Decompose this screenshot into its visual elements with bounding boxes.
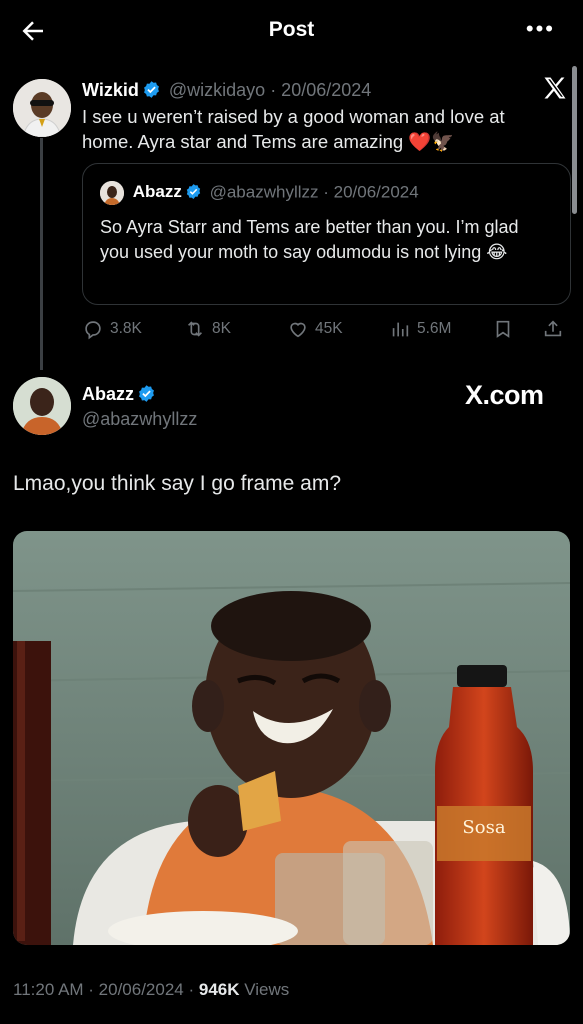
like-button[interactable]: 45K — [287, 316, 343, 342]
post-timestamp: 11:20 AM · 20/06/2024 · — [13, 980, 195, 999]
quoted-post-card[interactable]: Abazz @abazwhyllzz · 20/06/2024 So Ayra … — [82, 163, 571, 305]
x-logo-icon — [544, 77, 566, 99]
parent-header: Wizkid @wizkidayo · 20/06/2024 — [82, 80, 371, 101]
reply-count: 3.8K — [110, 320, 142, 337]
top-bar: Post ••• — [0, 0, 583, 62]
views-label: Views — [244, 980, 290, 999]
scrollbar[interactable] — [572, 66, 577, 214]
post-meta: 11:20 AM · 20/06/2024 · 946K Views — [13, 980, 289, 1000]
main-post-name-row: Abazz — [82, 384, 159, 405]
avatar[interactable] — [13, 79, 71, 137]
repost-button[interactable]: 8K — [184, 316, 231, 342]
post-date: · 20/06/2024 — [323, 182, 419, 202]
share-icon — [544, 320, 562, 337]
main-post-text: Lmao,you think say I go frame am? — [13, 472, 341, 495]
repost-icon — [187, 321, 203, 337]
next-section-edge — [14, 1018, 574, 1024]
handle: @abazwhyllzz — [209, 182, 319, 202]
post-image[interactable]: Sosa — [13, 531, 570, 945]
display-name: Abazz — [132, 182, 182, 202]
avatar[interactable] — [13, 377, 71, 435]
post-actions-bar: 3.8K 8K 45K 5.6M — [82, 316, 572, 342]
reply-button[interactable]: 3.8K — [82, 316, 142, 342]
views-chart-icon — [392, 322, 409, 337]
views-count: 5.6M — [417, 320, 452, 337]
verified-badge-icon — [143, 81, 159, 98]
heart-icon — [290, 322, 306, 338]
verified-badge-icon — [186, 184, 201, 200]
verified-badge-icon — [139, 385, 154, 402]
post-date: · 20/06/2024 — [270, 80, 372, 100]
views-button[interactable]: 5.6M — [389, 316, 451, 342]
page-title: Post — [268, 18, 315, 41]
handle[interactable]: @abazwhyllzz — [82, 409, 197, 430]
repost-count: 8K — [212, 320, 231, 337]
reply-icon — [85, 321, 101, 340]
parent-post-text: I see u weren’t raised by a good woman a… — [82, 106, 505, 152]
bookmark-button[interactable] — [492, 316, 514, 342]
share-button[interactable] — [542, 316, 564, 342]
quoted-post-text: So Ayra Starr and Tems are better than y… — [100, 217, 519, 262]
thread-connector-line — [40, 138, 43, 370]
display-name[interactable]: Wizkid — [82, 80, 139, 100]
views-total: 946K — [198, 980, 240, 999]
avatar — [100, 181, 124, 205]
like-count: 45K — [315, 320, 343, 337]
handle[interactable]: @wizkidayo — [169, 80, 265, 100]
quoted-header: Abazz @abazwhyllzz · 20/06/2024 — [100, 181, 419, 205]
display-name[interactable]: Abazz — [82, 384, 134, 404]
xcom-watermark: X.com — [465, 380, 544, 410]
bottle-label-text: Sosa — [462, 817, 505, 838]
more-options-icon[interactable]: ••• — [526, 16, 555, 42]
bookmark-icon — [496, 320, 510, 338]
